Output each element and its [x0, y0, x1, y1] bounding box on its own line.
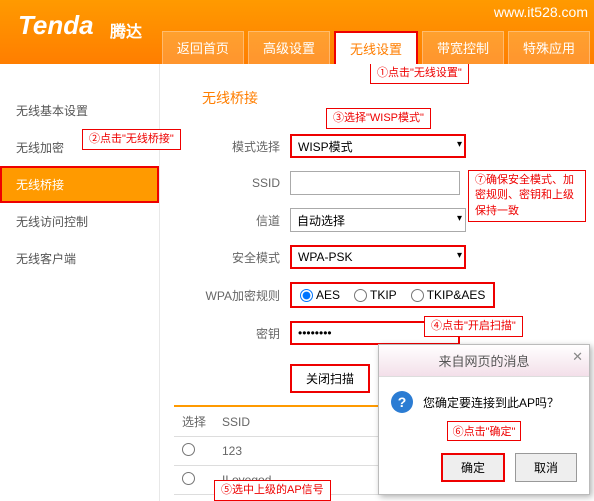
label-channel: 信道	[174, 212, 290, 229]
select-security[interactable]	[290, 245, 466, 269]
select-mode[interactable]	[290, 134, 466, 158]
callout-4: ④点击"开启扫描"	[424, 316, 523, 337]
header: Tenda 腾达 www.it528.com 返回首页 高级设置 无线设置 带宽…	[0, 0, 594, 64]
label-mode: 模式选择	[174, 138, 290, 155]
nav-special[interactable]: 特殊应用	[508, 31, 590, 64]
callout-1: ①点击"无线设置"	[370, 64, 469, 84]
nav-bandwidth[interactable]: 带宽控制	[422, 31, 504, 64]
callout-7: ⑦确保安全模式、加密规则、密钥和上级保持一致	[468, 170, 586, 222]
input-ssid[interactable]	[290, 171, 460, 195]
cancel-button[interactable]: 取消	[515, 453, 577, 482]
question-icon: ?	[391, 391, 413, 413]
ok-button[interactable]: 确定	[441, 453, 505, 482]
nav-home[interactable]: 返回首页	[162, 31, 244, 64]
row-radio[interactable]	[182, 443, 195, 456]
callout-2: ②点击"无线桥接"	[82, 129, 181, 150]
callout-5: ⑤选中上级的AP信号	[214, 480, 331, 501]
select-channel[interactable]	[290, 208, 466, 232]
radio-tkipaes[interactable]: TKIP&AES	[411, 288, 486, 302]
brand-logo-cn: 腾达	[110, 18, 142, 42]
sidebar-item-access[interactable]: 无线访问控制	[0, 203, 159, 240]
scan-button[interactable]: 关闭扫描	[290, 364, 370, 393]
dialog-title: 来自网页的消息 ✕	[379, 345, 589, 377]
col-select: 选择	[174, 406, 214, 437]
dialog-message: 您确定要连接到此AP吗？	[423, 394, 559, 411]
row-radio[interactable]	[182, 472, 195, 485]
callout-3: ③选择"WISP模式"	[326, 108, 431, 129]
confirm-dialog: 来自网页的消息 ✕ ? 您确定要连接到此AP吗？ ⑥点击"确定" 确定 取消	[378, 344, 590, 495]
sidebar-item-client[interactable]: 无线客户端	[0, 240, 159, 277]
close-icon[interactable]: ✕	[572, 349, 583, 365]
nav-advanced[interactable]: 高级设置	[248, 31, 330, 64]
radio-group-wpa: AES TKIP TKIP&AES	[290, 282, 495, 308]
nav-wireless[interactable]: 无线设置	[334, 31, 418, 64]
label-key: 密钥	[174, 325, 290, 342]
label-wpa: WPA加密规则	[174, 287, 290, 304]
sidebar-item-bridge[interactable]: 无线桥接	[0, 166, 159, 203]
watermark: www.it528.com	[494, 4, 588, 20]
callout-6: ⑥点击"确定"	[447, 421, 522, 441]
label-ssid: SSID	[174, 176, 290, 190]
radio-tkip[interactable]: TKIP	[354, 288, 397, 302]
radio-aes[interactable]: AES	[300, 288, 340, 302]
brand-logo: Tenda	[18, 10, 94, 41]
label-security: 安全模式	[174, 249, 290, 266]
page-title: 无线桥接	[202, 88, 580, 108]
top-nav: 返回首页 高级设置 无线设置 带宽控制 特殊应用	[162, 31, 590, 64]
sidebar-item-basic[interactable]: 无线基本设置	[0, 92, 159, 129]
